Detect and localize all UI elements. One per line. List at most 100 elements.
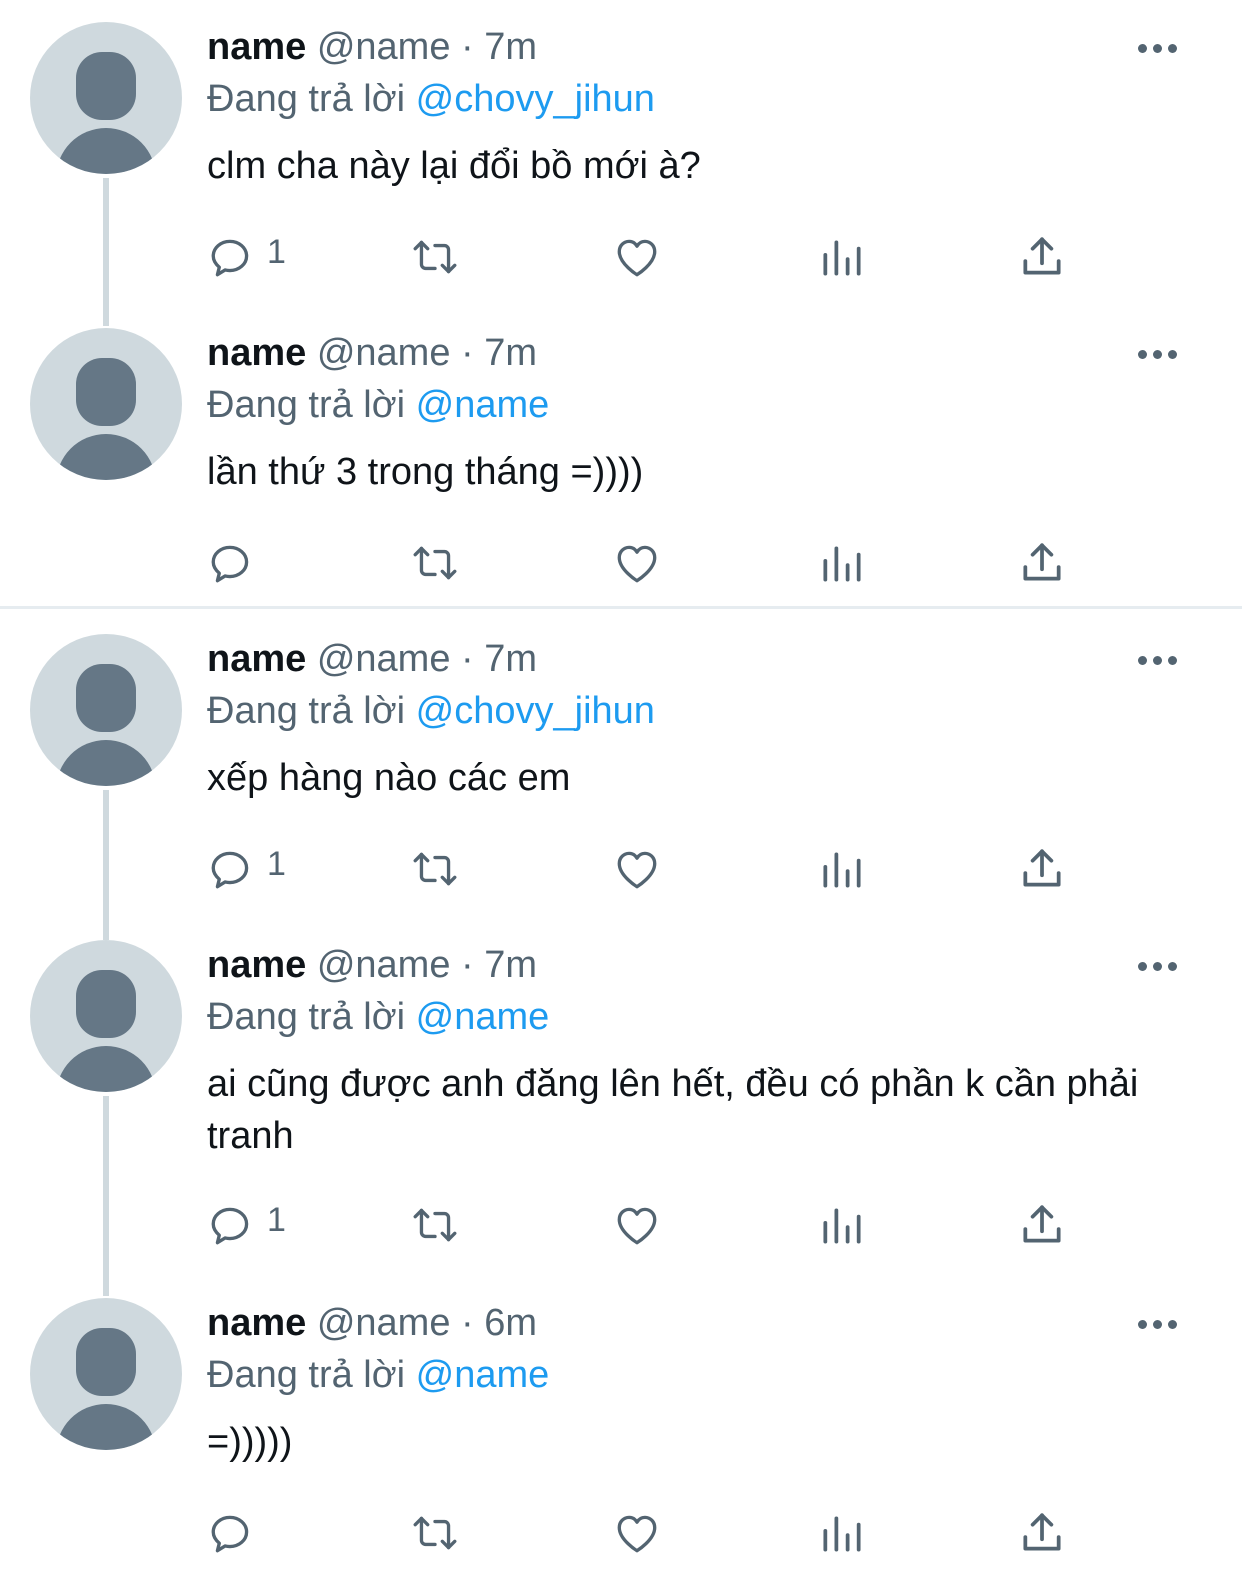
reply-button[interactable]: 1 bbox=[207, 224, 327, 284]
analytics-icon bbox=[823, 546, 861, 582]
tweet[interactable]: name @name · 6m Đang trả lời @name =))))… bbox=[0, 1276, 1242, 1596]
reply-button[interactable]: 1 bbox=[207, 1192, 327, 1252]
mention-link[interactable]: @name bbox=[416, 1354, 550, 1396]
avatar[interactable] bbox=[30, 22, 182, 174]
retweet-icon bbox=[413, 240, 457, 274]
tweet-header: name @name · 6m bbox=[207, 1298, 537, 1348]
mention-link[interactable]: @chovy_jihun bbox=[416, 78, 655, 120]
views-button[interactable] bbox=[817, 836, 877, 896]
action-bar: 1 bbox=[207, 224, 1087, 284]
tweet-header: name @name · 7m bbox=[207, 940, 537, 990]
replying-to: Đang trả lời @name bbox=[207, 1350, 549, 1400]
more-icon[interactable] bbox=[1138, 958, 1178, 974]
views-button[interactable] bbox=[817, 1500, 877, 1560]
share-button[interactable] bbox=[1017, 530, 1077, 590]
share-button[interactable] bbox=[1017, 224, 1077, 284]
reply-icon bbox=[211, 545, 249, 583]
views-button[interactable] bbox=[817, 530, 877, 590]
reply-icon bbox=[211, 851, 249, 889]
reply-count: 1 bbox=[267, 233, 286, 271]
user-handle[interactable]: @name bbox=[317, 1302, 451, 1344]
more-icon[interactable] bbox=[1138, 40, 1178, 56]
display-name[interactable]: name bbox=[207, 332, 306, 374]
action-bar: 1 bbox=[207, 836, 1087, 896]
display-name[interactable]: name bbox=[207, 638, 306, 680]
share-button[interactable] bbox=[1017, 1500, 1077, 1560]
views-button[interactable] bbox=[817, 224, 877, 284]
user-handle[interactable]: @name bbox=[317, 26, 451, 68]
reply-count: 1 bbox=[267, 1201, 286, 1239]
timestamp[interactable]: · 6m bbox=[461, 1302, 537, 1344]
action-bar bbox=[207, 530, 1087, 590]
display-name[interactable]: name bbox=[207, 944, 306, 986]
more-icon[interactable] bbox=[1138, 1316, 1178, 1332]
thread-divider bbox=[0, 606, 1242, 609]
retweet-button[interactable] bbox=[407, 1500, 467, 1560]
tweet[interactable]: name @name · 7m Đang trả lời @name ai cũ… bbox=[0, 918, 1242, 1276]
more-icon[interactable] bbox=[1138, 652, 1178, 668]
avatar[interactable] bbox=[30, 634, 182, 786]
share-button[interactable] bbox=[1017, 1192, 1077, 1252]
timestamp[interactable]: · 7m bbox=[461, 944, 537, 986]
mention-link[interactable]: @name bbox=[416, 996, 550, 1038]
tweet-text: xếp hàng nào các em bbox=[207, 757, 571, 799]
tweet[interactable]: name @name · 7m Đang trả lời @name lần t… bbox=[0, 306, 1242, 606]
heart-icon bbox=[617, 545, 657, 583]
tweet-text: clm cha này lại đổi bồ mới à? bbox=[207, 145, 701, 187]
avatar[interactable] bbox=[30, 1298, 182, 1450]
analytics-icon bbox=[823, 240, 861, 276]
heart-icon bbox=[617, 851, 657, 889]
user-handle[interactable]: @name bbox=[317, 332, 451, 374]
share-icon bbox=[1023, 237, 1061, 275]
user-handle[interactable]: @name bbox=[317, 638, 451, 680]
tweet-text: lần thứ 3 trong tháng =)))) bbox=[207, 451, 644, 493]
retweet-button[interactable] bbox=[407, 224, 467, 284]
timestamp[interactable]: · 7m bbox=[461, 638, 537, 680]
reply-button[interactable] bbox=[207, 530, 327, 590]
display-name[interactable]: name bbox=[207, 26, 306, 68]
share-icon bbox=[1023, 543, 1061, 581]
views-button[interactable] bbox=[817, 1192, 877, 1252]
reply-prefix: Đang trả lời bbox=[207, 384, 406, 426]
tweet-header: name @name · 7m bbox=[207, 634, 537, 684]
reply-button[interactable] bbox=[207, 1500, 327, 1560]
mention-link[interactable]: @name bbox=[416, 384, 550, 426]
retweet-button[interactable] bbox=[407, 530, 467, 590]
mention-link[interactable]: @chovy_jihun bbox=[416, 690, 655, 732]
share-icon bbox=[1023, 849, 1061, 887]
user-handle[interactable]: @name bbox=[317, 944, 451, 986]
like-button[interactable] bbox=[612, 530, 672, 590]
more-icon[interactable] bbox=[1138, 346, 1178, 362]
retweet-icon bbox=[413, 1208, 457, 1242]
like-button[interactable] bbox=[612, 224, 672, 284]
retweet-icon bbox=[413, 546, 457, 580]
tweet-header: name @name · 7m bbox=[207, 22, 537, 72]
reply-icon bbox=[211, 1515, 249, 1553]
display-name[interactable]: name bbox=[207, 1302, 306, 1344]
share-icon bbox=[1023, 1205, 1061, 1243]
like-button[interactable] bbox=[612, 836, 672, 896]
timestamp[interactable]: · 7m bbox=[461, 332, 537, 374]
timestamp[interactable]: · 7m bbox=[461, 26, 537, 68]
retweet-button[interactable] bbox=[407, 1192, 467, 1252]
avatar[interactable] bbox=[30, 940, 182, 1092]
heart-icon bbox=[617, 239, 657, 277]
tweet-header: name @name · 7m bbox=[207, 328, 537, 378]
reply-prefix: Đang trả lời bbox=[207, 1354, 406, 1396]
tweet[interactable]: name @name · 7m Đang trả lời @chovy_jihu… bbox=[0, 612, 1242, 918]
replying-to: Đang trả lời @chovy_jihun bbox=[207, 74, 655, 124]
tweet[interactable]: name @name · 7m Đang trả lời @chovy_jihu… bbox=[0, 0, 1242, 306]
reply-icon bbox=[211, 1207, 249, 1245]
analytics-icon bbox=[823, 1208, 861, 1244]
like-button[interactable] bbox=[612, 1192, 672, 1252]
like-button[interactable] bbox=[612, 1500, 672, 1560]
replying-to: Đang trả lời @name bbox=[207, 992, 549, 1042]
replying-to: Đang trả lời @chovy_jihun bbox=[207, 686, 655, 736]
retweet-button[interactable] bbox=[407, 836, 467, 896]
reply-count: 1 bbox=[267, 845, 286, 883]
analytics-icon bbox=[823, 852, 861, 888]
avatar[interactable] bbox=[30, 328, 182, 480]
share-button[interactable] bbox=[1017, 836, 1077, 896]
analytics-icon bbox=[823, 1516, 861, 1552]
reply-button[interactable]: 1 bbox=[207, 836, 327, 896]
